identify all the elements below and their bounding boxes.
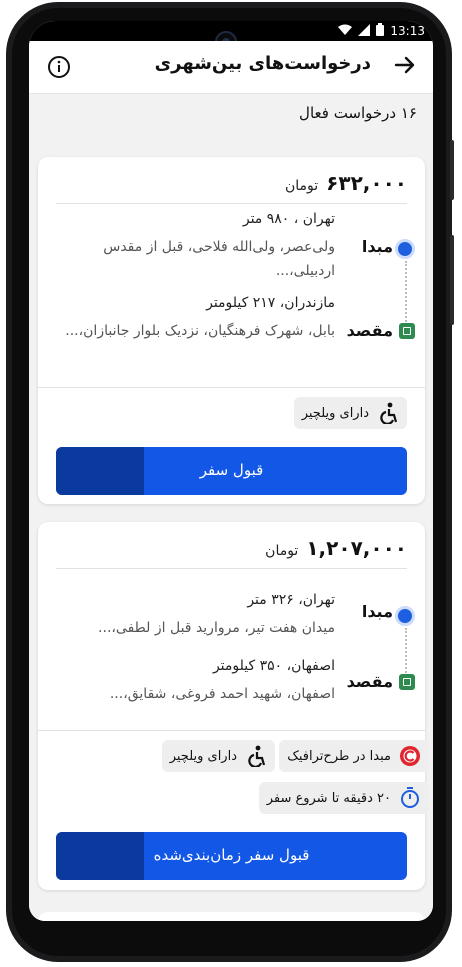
divider: [56, 568, 407, 569]
destination-address: اصفهان، شهید احمد فروغی، شقایق،...: [109, 686, 335, 702]
info-icon: [47, 56, 71, 83]
origin-city: تهران، ۳۲۶ متر: [247, 592, 335, 608]
destination-icon: [399, 323, 415, 339]
origin-address: ولی‌عصر، ولی‌الله فلاحی، قبل از مقدس ارد…: [103, 239, 335, 279]
wheelchair-tag: دارای ویلچیر: [293, 397, 407, 429]
divider: [38, 387, 425, 388]
tag-label: ۲۰ دقیقه تا شروع سفر: [266, 790, 391, 806]
origin-label: مبدا: [361, 602, 393, 621]
wifi-icon: [338, 24, 353, 39]
origin-dot-icon: [395, 606, 415, 626]
destination-city: مازندران، ۲۱۷ کیلومتر: [206, 295, 335, 311]
active-request-count: ۱۶ درخواست فعال: [299, 104, 417, 122]
origin-dot-icon: [395, 239, 415, 259]
info-button[interactable]: [47, 55, 71, 79]
tag-label: دارای ویلچیر: [301, 405, 369, 421]
origin-label: مبدا: [361, 237, 393, 256]
destination-icon: [399, 674, 415, 690]
route-line: [405, 261, 407, 325]
origin-address: میدان هفت تیر، مروارید قبل از لطفی،...: [98, 620, 335, 636]
destination-label: مقصد: [346, 672, 393, 691]
back-button[interactable]: [393, 55, 417, 79]
origin-city: تهران ، ۹۸۰ متر: [242, 211, 335, 227]
destination-label: مقصد: [346, 321, 393, 340]
request-card[interactable]: ۶۳۲,۰۰۰ تومان مبدا تهران ، ۹۸۰ متر ولی‌ع…: [38, 157, 425, 504]
destination-city: اصفهان، ۳۵۰ کیلومتر: [212, 658, 335, 674]
signal-icon: [358, 23, 371, 39]
route-line: [405, 628, 407, 676]
traffic-zone-icon: [399, 745, 421, 767]
divider: [38, 730, 425, 731]
arrow-right-icon: [394, 55, 416, 79]
stopwatch-icon: [399, 787, 421, 809]
page-title: درخواست‌های بین‌شهری: [154, 53, 371, 74]
status-time: 13:13: [390, 24, 425, 38]
price-value: ۶۳۲,۰۰۰: [326, 171, 407, 195]
app-bar: درخواست‌های بین‌شهری: [29, 41, 433, 94]
power-button: [450, 140, 454, 200]
wheelchair-icon: [245, 745, 267, 767]
wheelchair-tag: دارای ویلچیر: [161, 740, 275, 772]
tag-label: دارای ویلچیر: [169, 748, 237, 764]
start-time-tag: ۲۰ دقیقه تا شروع سفر: [258, 782, 429, 814]
price-row: ۱,۲۰۷,۰۰۰ تومان: [265, 536, 407, 560]
accept-button-label: قبول سفر زمان‌بندی‌شده: [153, 846, 310, 864]
request-card[interactable]: ۱,۲۰۷,۰۰۰ تومان مبدا تهران، ۳۲۶ متر میدا…: [38, 522, 429, 890]
price-row: ۶۳۲,۰۰۰ تومان: [285, 171, 407, 195]
accept-scheduled-ride-button[interactable]: قبول سفر زمان‌بندی‌شده: [56, 832, 407, 880]
destination-address: بابل، شهرک فرهنگیان، نزدیک بلوار جانبازا…: [65, 323, 335, 339]
wheelchair-icon: [377, 402, 399, 424]
battery-icon: [376, 23, 385, 39]
traffic-zone-tag: مبدا در طرح‌ترافیک: [279, 740, 429, 772]
tag-label: مبدا در طرح‌ترافیک: [287, 748, 391, 764]
divider: [56, 203, 407, 204]
screen: 13:13 درخواست‌های بین‌شهری ۱۶ درخواست فع…: [29, 21, 433, 921]
price-currency: تومان: [265, 543, 299, 559]
accept-ride-button[interactable]: قبول سفر: [56, 447, 407, 495]
next-request-card[interactable]: [38, 912, 425, 921]
price-currency: تومان: [284, 178, 319, 194]
price-value: ۱,۲۰۷,۰۰۰: [306, 536, 407, 560]
volume-button: [450, 235, 454, 325]
accept-button-label: قبول سفر: [199, 461, 264, 479]
request-list[interactable]: ۱۶ درخواست فعال ۶۳۲,۰۰۰ تومان مبدا تهران…: [29, 94, 433, 921]
